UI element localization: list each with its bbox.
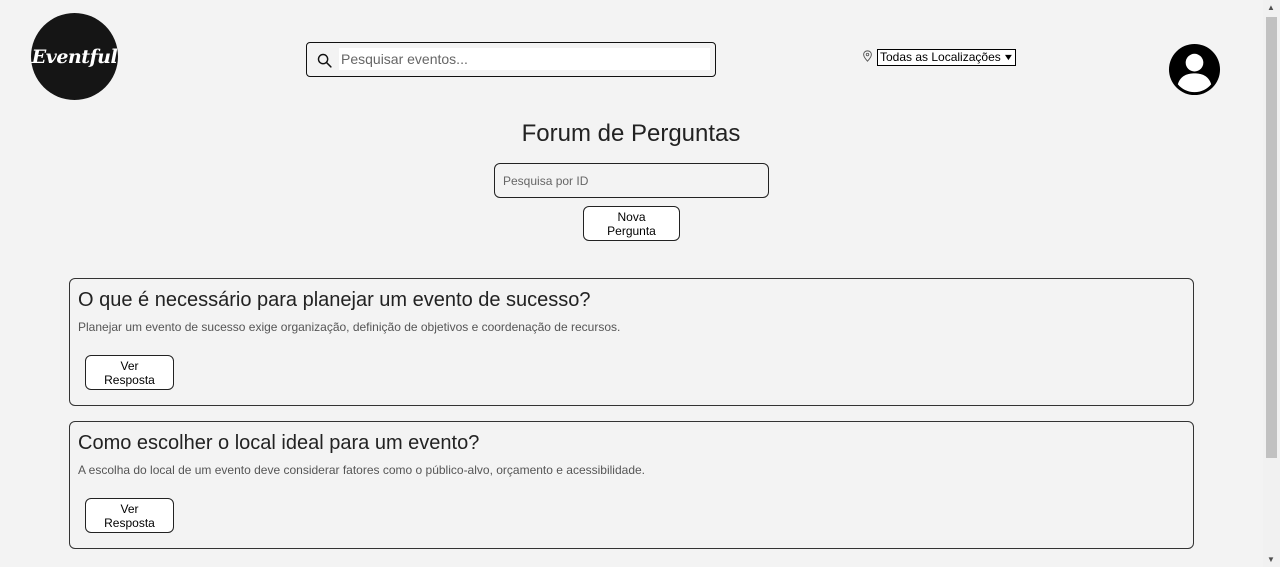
logo-text: Eventful xyxy=(31,45,118,68)
new-question-button[interactable]: Nova Pergunta xyxy=(583,206,680,241)
event-search-input[interactable] xyxy=(339,48,710,70)
view-answer-button[interactable]: Ver Resposta xyxy=(85,355,174,390)
chevron-down-icon: ▼ xyxy=(1002,52,1015,62)
location-select-value: Todas as Localizações xyxy=(880,50,1001,64)
event-search-box[interactable] xyxy=(306,42,716,77)
eventful-logo[interactable]: Eventful xyxy=(31,13,118,100)
question-summary: A escolha do local de um evento deve con… xyxy=(78,463,645,477)
vertical-scrollbar[interactable]: ▲ ▼ xyxy=(1263,0,1280,567)
location-filter: Todas as Localizações ▼ xyxy=(862,49,1016,66)
view-answer-button[interactable]: Ver Resposta xyxy=(85,498,174,533)
question-title: Como escolher o local ideal para um even… xyxy=(78,432,480,454)
question-card: O que é necessário para planejar um even… xyxy=(69,278,1194,406)
question-card: Como escolher o local ideal para um even… xyxy=(69,421,1194,549)
location-select[interactable]: Todas as Localizações ▼ xyxy=(877,49,1016,66)
scrollbar-thumb[interactable] xyxy=(1266,17,1277,458)
id-search-input[interactable] xyxy=(494,163,769,198)
question-title: O que é necessário para planejar um even… xyxy=(78,289,591,311)
page-title: Forum de Perguntas xyxy=(521,120,741,147)
question-summary: Planejar um evento de sucesso exige orga… xyxy=(78,320,621,334)
search-icon xyxy=(317,53,332,68)
user-avatar-icon[interactable] xyxy=(1168,43,1221,96)
map-pin-icon xyxy=(863,49,872,62)
scroll-down-arrow-icon[interactable]: ▼ xyxy=(1267,555,1275,564)
scroll-up-arrow-icon[interactable]: ▲ xyxy=(1267,3,1275,12)
